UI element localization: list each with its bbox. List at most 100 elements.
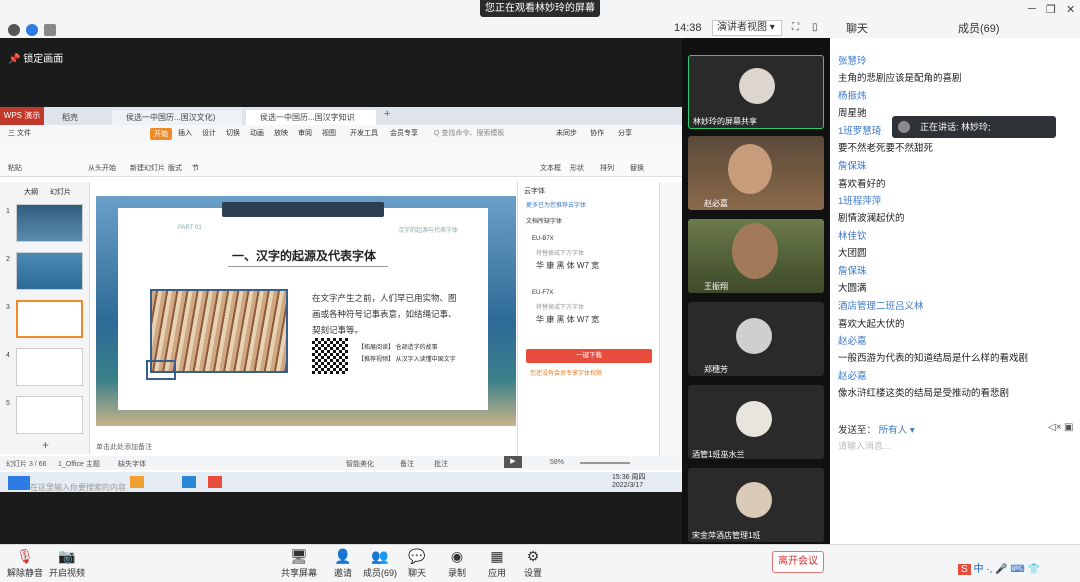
menu-transition[interactable]: 切换: [226, 128, 240, 138]
slide-thumbnail[interactable]: [16, 204, 83, 242]
fullscreen-icon[interactable]: ⛶: [792, 22, 799, 33]
menu-member[interactable]: 会员专享: [390, 128, 418, 138]
wps-tab[interactable]: 侯选一中国历...国汉文化): [112, 110, 242, 125]
collaborate-button[interactable]: 协作: [590, 128, 604, 138]
avatar: [736, 318, 772, 354]
tab-outline[interactable]: 大纲: [24, 187, 38, 197]
layout-icon[interactable]: ▯: [812, 22, 818, 33]
video-button[interactable]: 📷 开启视频: [42, 548, 92, 579]
menu-insert[interactable]: 插入: [178, 128, 192, 138]
beautify-button[interactable]: 智能美化: [346, 459, 374, 469]
slide-thumbnail[interactable]: [16, 396, 83, 434]
play-icon[interactable]: ▶: [504, 456, 522, 468]
app-icon[interactable]: [182, 476, 196, 488]
settings-button[interactable]: ⚙ 设置: [508, 548, 558, 579]
slide-body-text[interactable]: 在文字产生之前，人们早已用实物、图画或各种符号记事表意，如结绳记事、契刻记事等。: [312, 290, 462, 338]
font-preview: 华 康 黑 体 W7 宽: [536, 261, 600, 270]
video-tile[interactable]: 宋金萍酒店管理1班: [688, 468, 824, 542]
slide-title[interactable]: 一、汉字的起源及代表字体: [232, 247, 376, 264]
add-tab-icon[interactable]: +: [384, 108, 390, 120]
ribbon-layout[interactable]: 版式: [168, 163, 182, 173]
theme-name: 1_Office 主题: [58, 461, 100, 468]
signal-icon[interactable]: [44, 24, 56, 36]
image-icon[interactable]: ▣: [1064, 422, 1073, 433]
share-doc-button[interactable]: 分享: [618, 128, 632, 138]
ribbon-textbox[interactable]: 文本框: [540, 163, 561, 173]
chat-sender[interactable]: 赵必嘉: [838, 368, 867, 382]
ribbon-replace[interactable]: 替换: [630, 163, 644, 173]
invite-icon: 👤: [334, 548, 352, 564]
font-preview: 华 康 黑 体 W7 宽: [536, 315, 600, 324]
sharing-banner[interactable]: 您正在观看林妙玲的屏幕: [480, 0, 600, 17]
add-slide-icon[interactable]: +: [42, 438, 49, 452]
tab-members[interactable]: 成员(69): [948, 20, 1080, 38]
slide-thumbnail-active[interactable]: [16, 300, 83, 338]
one-click-download-button[interactable]: 一键下载: [526, 349, 652, 363]
chat-sender[interactable]: 林佳钦: [838, 228, 867, 242]
view-mode-select[interactable]: 演讲者视图 ▾: [712, 20, 782, 36]
participant-video: [732, 223, 778, 279]
command-search[interactable]: Q 查找命令、搜索模板: [434, 128, 504, 138]
wps-taskbar-icon[interactable]: [208, 476, 222, 488]
missing-font-button[interactable]: 缺失字体: [118, 459, 146, 469]
chat-sender[interactable]: 酒店管理二班吕义林: [838, 298, 924, 312]
chat-sender[interactable]: 詹保珠: [838, 158, 867, 172]
menu-animation[interactable]: 动画: [250, 128, 264, 138]
ribbon-paste[interactable]: 粘贴: [8, 163, 22, 173]
chat-sender[interactable]: 1班罗慧琦: [838, 123, 881, 137]
leave-meeting-button[interactable]: 离开会议: [772, 551, 824, 573]
chat-sender[interactable]: 张慧玲: [838, 53, 867, 67]
settings-label: 设置: [523, 568, 542, 578]
video-tile[interactable]: 酒管1班巫水兰: [688, 385, 824, 459]
shield-icon[interactable]: [26, 24, 38, 36]
menu-view[interactable]: 视图: [322, 128, 336, 138]
video-tile[interactable]: 王振翔: [688, 219, 824, 293]
slide-thumbnail[interactable]: [16, 348, 83, 386]
menu-slideshow[interactable]: 放映: [274, 128, 288, 138]
chat-sender[interactable]: 詹保珠: [838, 263, 867, 277]
notes-toggle[interactable]: 备注: [400, 459, 414, 469]
menu-file[interactable]: 三 文件: [8, 128, 31, 138]
cloud-font-subtitle[interactable]: 更多已为您推荐云字体: [526, 200, 586, 209]
zoom-slider[interactable]: [580, 462, 630, 464]
share-screen-button[interactable]: 🖥 共享屏幕: [274, 548, 324, 579]
wps-logo[interactable]: WPS 演示: [0, 107, 44, 125]
ribbon-shape[interactable]: 形状: [570, 163, 584, 173]
start-icon[interactable]: [8, 476, 30, 490]
close-icon[interactable]: ✕: [1066, 3, 1075, 16]
ribbon-section[interactable]: 节: [192, 163, 199, 173]
tab-chat[interactable]: 聊天: [838, 20, 948, 38]
menu-devtools[interactable]: 开发工具: [350, 128, 378, 138]
video-tile[interactable]: 郑穗芳: [688, 302, 824, 376]
chat-sender[interactable]: 赵必嘉: [838, 333, 867, 347]
ime-toolbar[interactable]: S 中 ·, 🎤 ⌨ 👕: [958, 560, 1078, 578]
restore-icon[interactable]: ❐: [1046, 3, 1056, 16]
comment-toggle[interactable]: 批注: [434, 459, 448, 469]
sync-status[interactable]: 未同步: [556, 128, 577, 138]
info-icon[interactable]: [8, 24, 20, 36]
ribbon-new-slide[interactable]: 新建幻灯片: [130, 163, 165, 173]
taskbar-search[interactable]: 在这里输入你要搜索的内容: [30, 482, 126, 493]
menu-review[interactable]: 审阅: [298, 128, 312, 138]
chat-input[interactable]: 请输入消息...: [838, 439, 891, 452]
menu-design[interactable]: 设计: [202, 128, 216, 138]
video-tile[interactable]: 林妙玲的屏幕共享: [688, 55, 824, 129]
slide-thumbnail[interactable]: [16, 252, 83, 290]
explorer-icon[interactable]: [130, 476, 144, 488]
wps-tab-active[interactable]: 侯选一中国历...国汉字知识: [246, 110, 376, 125]
apps-label: 应用: [487, 568, 506, 578]
zoom-level[interactable]: 58%: [550, 459, 564, 466]
notes-bar[interactable]: 单击此处添加备注: [96, 442, 516, 454]
chat-sender[interactable]: 1班程萍萍: [838, 193, 881, 207]
ribbon-start-show[interactable]: 从头开始: [88, 163, 116, 173]
chat-sender[interactable]: 杨振炜: [838, 88, 867, 102]
ribbon-arrange[interactable]: 排列: [600, 163, 614, 173]
send-to-select[interactable]: 所有人: [879, 425, 908, 436]
wps-tab[interactable]: 稻壳: [48, 110, 108, 125]
tab-slides[interactable]: 幻灯片: [50, 187, 71, 197]
menu-start[interactable]: 开始: [150, 128, 172, 140]
mute-chat-icon[interactable]: ◁×: [1048, 422, 1062, 433]
minimize-icon[interactable]: ─: [1028, 3, 1036, 15]
video-tile[interactable]: 赵必嘉: [688, 136, 824, 210]
lock-screen-button[interactable]: 📌 锁定画面: [8, 50, 63, 65]
